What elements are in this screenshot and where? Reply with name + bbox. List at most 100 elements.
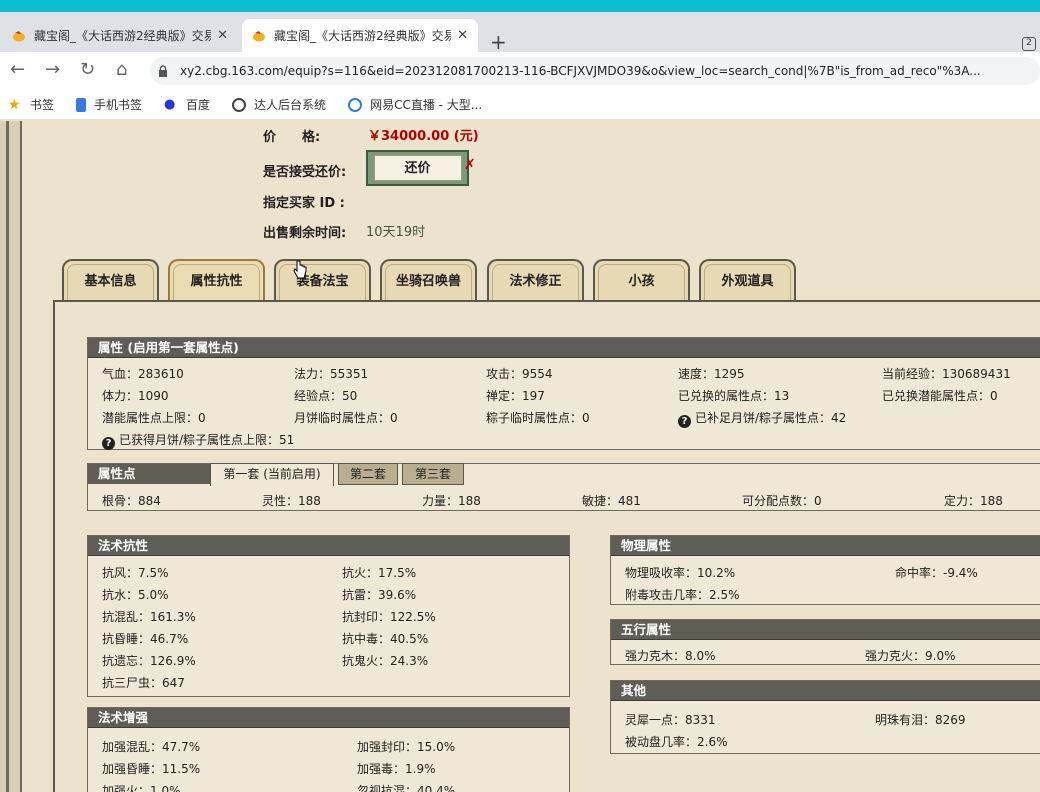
attr-value: 月饼临时属性点：0 [294, 411, 398, 425]
bookmark-label: 达人后台系统 [254, 98, 327, 112]
physical-attr-section: 物理属性 物理吸收率：10.2% 命中率：-9.4% 附毒攻击几率：2.5% [610, 535, 1040, 605]
bookmark-item[interactable]: 达人后台系统 [232, 96, 326, 113]
tab-basic-info[interactable]: 基本信息 [62, 259, 159, 301]
point-value: 根骨：884 [102, 494, 161, 508]
tab-equipment[interactable]: 装备法宝 [274, 259, 371, 301]
forward-arrow-icon[interactable]: → [45, 61, 60, 79]
five-elements-section: 五行属性 强力克木：8.0% 强力克火：9.0% [610, 619, 1040, 665]
tab-spell-correction[interactable]: 法术修正 [487, 259, 584, 301]
attribute-points-section: 属性点 第一套 (当前启用) 第二套 第三套 根骨：884 灵性：188 力量：… [87, 463, 1040, 511]
resist-value: 抗中毒：40.5% [342, 632, 429, 646]
phone-icon [76, 97, 87, 112]
tab-label: 小孩 [628, 274, 655, 289]
reload-icon[interactable]: ↻ [80, 61, 95, 79]
bookmark-item[interactable]: ★ 书签 [8, 96, 54, 113]
baidu-paw-icon: ● [164, 96, 176, 112]
unavailable-x-icon: ✗ [464, 157, 476, 173]
tab-point-set-3[interactable]: 第三套 [402, 463, 464, 485]
address-bar[interactable]: xy2.cbg.163.com/equip?s=116&eid=20231208… [150, 57, 1040, 85]
element-value: 强力克木：8.0% [625, 649, 716, 663]
price-label: 价 格: [263, 130, 321, 145]
tab-label: 外观道具 [721, 274, 774, 289]
bookmark-label: 手机书签 [94, 98, 143, 112]
tab-mounts-pets[interactable]: 坐骑召唤兽 [380, 259, 477, 301]
close-icon[interactable]: ✕ [457, 28, 468, 43]
point-value: 敏捷：481 [582, 494, 641, 508]
chicken-favicon-icon [253, 30, 265, 41]
tab-attributes-resist[interactable]: 属性抗性 [168, 259, 265, 301]
home-icon[interactable]: ⌂ [116, 61, 127, 79]
section-header: 属性点 [88, 464, 213, 484]
tab-appearance[interactable]: 外观道具 [699, 259, 796, 301]
attributes-panel: 属性 (启用第一套属性点) 气血：283610 法力：55351 攻击：9554… [53, 300, 1040, 792]
boost-value: 加强封印：15.0% [357, 740, 456, 754]
other-value: 被动盘几率：2.6% [625, 735, 728, 749]
attr-value: 已兑换的属性点：13 [678, 389, 790, 403]
star-icon: ★ [8, 96, 21, 113]
tab-label: 坐骑召唤兽 [395, 274, 461, 289]
other-section: 其他 灵犀一点：8331 明珠有泪：8269 被动盘几率：2.6% [610, 680, 1040, 754]
section-header: 物理属性 [611, 536, 1040, 556]
attr-value: 经验点：50 [294, 389, 358, 403]
bookmark-label: 网易CC直播 - 大型... [370, 98, 483, 112]
help-icon[interactable]: ? [102, 437, 115, 450]
resist-value: 抗鬼火：24.3% [342, 654, 429, 668]
attr-text: 已获得月饼/粽子属性点上限：51 [119, 433, 295, 447]
section-header: 属性 (启用第一套属性点) [88, 338, 1040, 358]
cc-icon [348, 97, 363, 112]
browser-tab-bar: 藏宝阁_《大话西游2经典版》交易 ✕ 藏宝阁_《大话西游2经典版》交易 ✕ + … [0, 12, 1040, 52]
resist-value: 抗昏睡：46.7% [102, 632, 189, 646]
tab-child[interactable]: 小孩 [593, 259, 690, 301]
close-icon[interactable]: ✕ [217, 28, 228, 43]
back-arrow-icon[interactable]: ← [10, 61, 25, 79]
resist-value: 抗混乱：161.3% [102, 610, 196, 624]
resist-value: 抗封印：122.5% [342, 610, 436, 624]
page-content: 价 格: ￥34000.00 (元) 是否接受还价: 还价 ✗ 指定买家 ID … [0, 121, 1040, 792]
mouse-hand-cursor-icon [293, 260, 307, 279]
attr-value: ? 已获得月饼/粽子属性点上限：51 [102, 431, 294, 450]
attr-value: ? 已补足月饼/粽子属性点：42 [678, 409, 846, 428]
counter-offer-label: 还价 [373, 155, 462, 181]
buyer-id-label: 指定买家 ID : [263, 196, 345, 211]
browser-tab-1[interactable]: 藏宝阁_《大话西游2经典版》交易 ✕ [2, 19, 238, 52]
other-value: 明珠有泪：8269 [875, 713, 966, 727]
boost-value: 加强毒：1.9% [357, 762, 436, 776]
section-header: 五行属性 [611, 620, 1040, 640]
resist-value: 抗三尸虫：647 [102, 676, 185, 690]
bookmark-label: 百度 [186, 98, 211, 112]
attr-value: 攻击：9554 [486, 367, 553, 381]
tab-count-badge[interactable]: 2 [1022, 37, 1036, 51]
attr-value: 粽子临时属性点：0 [486, 411, 590, 425]
tab-label: 属性抗性 [190, 274, 243, 289]
browser-toolbar: ← → ↻ ⌂ xy2.cbg.163.com/equip?s=116&eid=… [0, 52, 1040, 90]
bookmark-item[interactable]: 网易CC直播 - 大型... [348, 96, 482, 113]
tab-label: 基本信息 [84, 274, 137, 289]
other-value: 灵犀一点：8331 [625, 713, 716, 727]
resist-value: 抗雷：39.6% [342, 588, 417, 602]
attr-value: 已兑换潜能属性点：0 [882, 389, 998, 403]
remain-value: 10天19时 [366, 225, 426, 240]
url-text: xy2.cbg.163.com/equip?s=116&eid=20231208… [180, 64, 981, 78]
bookmark-item[interactable]: ● 百度 [164, 96, 210, 113]
spell-resist-section: 法术抗性 抗风：7.5% 抗火：17.5% 抗水：5.0% 抗雷：39.6% 抗… [87, 535, 570, 697]
browser-tab-title: 藏宝阁_《大话西游2经典版》交易 [34, 29, 212, 43]
browser-tab-2[interactable]: 藏宝阁_《大话西游2经典版》交易 ✕ [242, 19, 478, 52]
new-tab-button[interactable]: + [490, 32, 507, 52]
resist-value: 抗遗忘：126.9% [102, 654, 196, 668]
physical-value: 附毒攻击几率：2.5% [625, 588, 740, 602]
tab-point-set-1[interactable]: 第一套 (当前启用) [210, 463, 334, 486]
physical-value: 物理吸收率：10.2% [625, 566, 736, 580]
attr-text: 已补足月饼/粽子属性点：42 [695, 411, 847, 425]
bookmark-item[interactable]: 手机书签 [76, 96, 142, 113]
counter-offer-button[interactable]: 还价 [366, 150, 469, 186]
section-header: 法术增强 [88, 708, 569, 728]
chicken-favicon-icon [13, 30, 25, 41]
tab-point-set-2[interactable]: 第二套 [338, 463, 398, 485]
remain-label: 出售剩余时间: [263, 226, 347, 241]
edge-icon [232, 97, 247, 112]
lock-icon [159, 65, 167, 77]
tab-label: 法术修正 [509, 274, 562, 289]
attr-value: 气血：283610 [102, 367, 184, 381]
help-icon[interactable]: ? [678, 415, 691, 428]
window-top-strip [0, 0, 1040, 12]
